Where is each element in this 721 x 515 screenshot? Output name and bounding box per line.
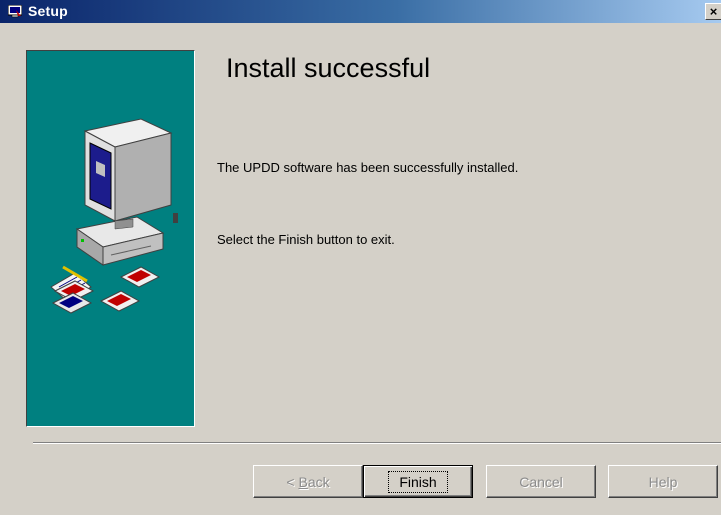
- back-button-label: < Back: [286, 473, 330, 490]
- page-title: Install successful: [226, 53, 431, 83]
- finish-button[interactable]: Finish: [363, 465, 473, 498]
- success-message: The UPDD software has been successfully …: [217, 160, 519, 175]
- back-button[interactable]: < Back: [253, 465, 363, 498]
- setup-app-icon: [8, 5, 22, 18]
- close-icon: ×: [709, 4, 718, 19]
- window-title: Setup: [28, 3, 68, 19]
- close-button[interactable]: ×: [705, 3, 721, 20]
- cancel-button[interactable]: Cancel: [486, 465, 596, 498]
- help-button[interactable]: Help: [608, 465, 718, 498]
- floppy-disks-icon: [51, 266, 161, 314]
- finish-button-label: Finish: [388, 470, 448, 493]
- cancel-button-label: Cancel: [519, 473, 563, 490]
- button-separator: [33, 442, 721, 444]
- instruction-text: Select the Finish button to exit.: [217, 232, 395, 247]
- help-button-label: Help: [648, 473, 678, 490]
- wizard-side-panel: [26, 50, 195, 427]
- title-bar[interactable]: Setup ×: [0, 0, 721, 23]
